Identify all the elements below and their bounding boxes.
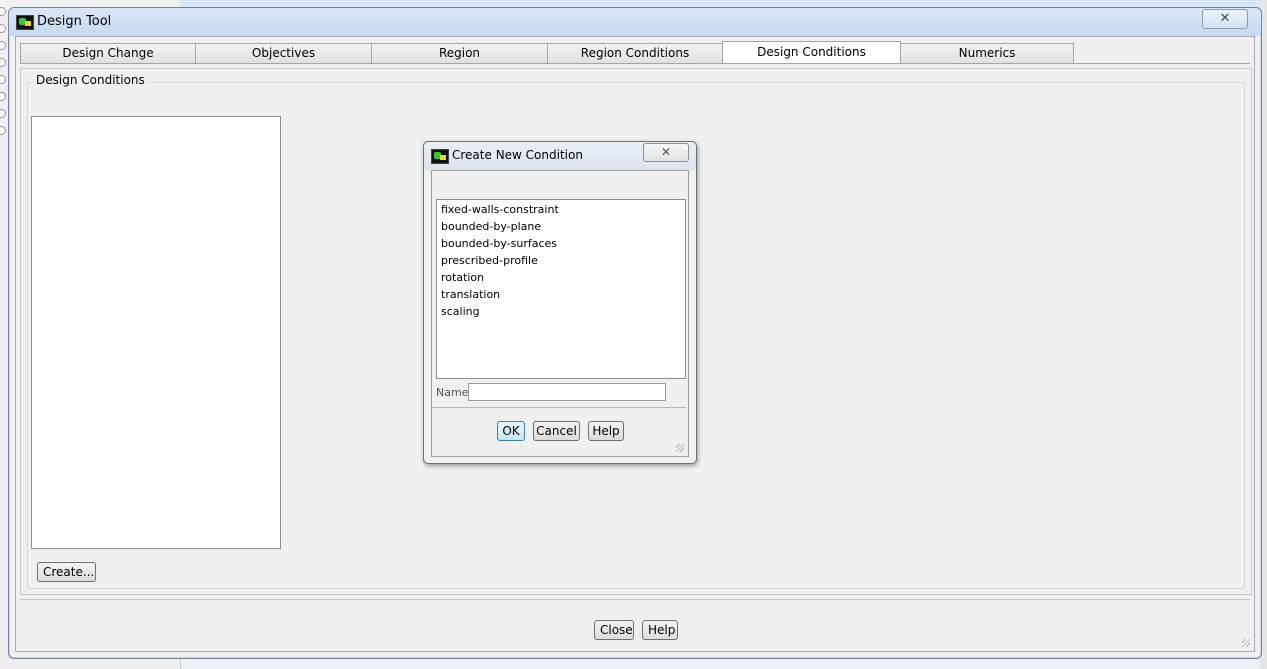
dialog-divider bbox=[432, 407, 686, 408]
help-button[interactable]: Help bbox=[642, 620, 678, 640]
condition-type-list[interactable]: fixed-walls-constraint bounded-by-plane … bbox=[436, 199, 686, 379]
tab-design-conditions[interactable]: Design Conditions bbox=[722, 41, 901, 64]
list-item-translation[interactable]: translation bbox=[441, 286, 500, 303]
list-item-prescribed-profile[interactable]: prescribed-profile bbox=[441, 252, 538, 269]
tab-objectives[interactable]: Objectives bbox=[195, 43, 372, 63]
app-icon bbox=[16, 15, 34, 30]
dialog-help-button[interactable]: Help bbox=[588, 421, 624, 441]
window-titlebar[interactable]: Design Tool ✕ bbox=[9, 8, 1261, 36]
footer-divider bbox=[20, 599, 1250, 600]
close-icon: ✕ bbox=[660, 145, 672, 159]
group-label: Design Conditions bbox=[33, 73, 148, 87]
dialog-titlebar[interactable]: Create New Condition ✕ bbox=[424, 142, 696, 170]
name-label: Name bbox=[436, 386, 469, 399]
ok-button[interactable]: OK bbox=[497, 421, 525, 441]
background-radio-column bbox=[0, 0, 6, 140]
list-item-scaling[interactable]: scaling bbox=[441, 303, 480, 320]
list-item-bounded-by-surfaces[interactable]: bounded-by-surfaces bbox=[441, 235, 557, 252]
name-input[interactable] bbox=[468, 383, 666, 401]
close-button[interactable]: Close bbox=[594, 620, 634, 640]
tab-divider bbox=[20, 63, 1250, 64]
dialog-close-button[interactable]: ✕ bbox=[643, 143, 689, 162]
list-item-bounded-by-plane[interactable]: bounded-by-plane bbox=[441, 218, 541, 235]
tab-region[interactable]: Region bbox=[371, 43, 548, 63]
create-condition-dialog: Create New Condition ✕ fixed-walls-const… bbox=[423, 141, 697, 464]
list-item-fixed-walls-constraint[interactable]: fixed-walls-constraint bbox=[441, 201, 559, 218]
create-button[interactable]: Create... bbox=[37, 562, 96, 582]
window-title: Design Tool bbox=[37, 14, 112, 29]
close-icon: ✕ bbox=[1219, 11, 1231, 26]
tab-design-change[interactable]: Design Change bbox=[20, 43, 196, 63]
window-close-button[interactable]: ✕ bbox=[1202, 9, 1248, 29]
cancel-button[interactable]: Cancel bbox=[533, 421, 580, 441]
dialog-app-icon bbox=[431, 149, 449, 164]
resize-grip-icon[interactable] bbox=[1242, 639, 1250, 647]
tab-region-conditions[interactable]: Region Conditions bbox=[547, 43, 723, 63]
tab-numerics[interactable]: Numerics bbox=[900, 43, 1074, 63]
list-item-rotation[interactable]: rotation bbox=[441, 269, 484, 286]
dialog-resize-grip-icon[interactable] bbox=[676, 444, 684, 452]
conditions-list[interactable] bbox=[31, 116, 281, 549]
dialog-title: Create New Condition bbox=[452, 148, 583, 162]
dialog-client-area: fixed-walls-constraint bounded-by-plane … bbox=[431, 170, 689, 457]
